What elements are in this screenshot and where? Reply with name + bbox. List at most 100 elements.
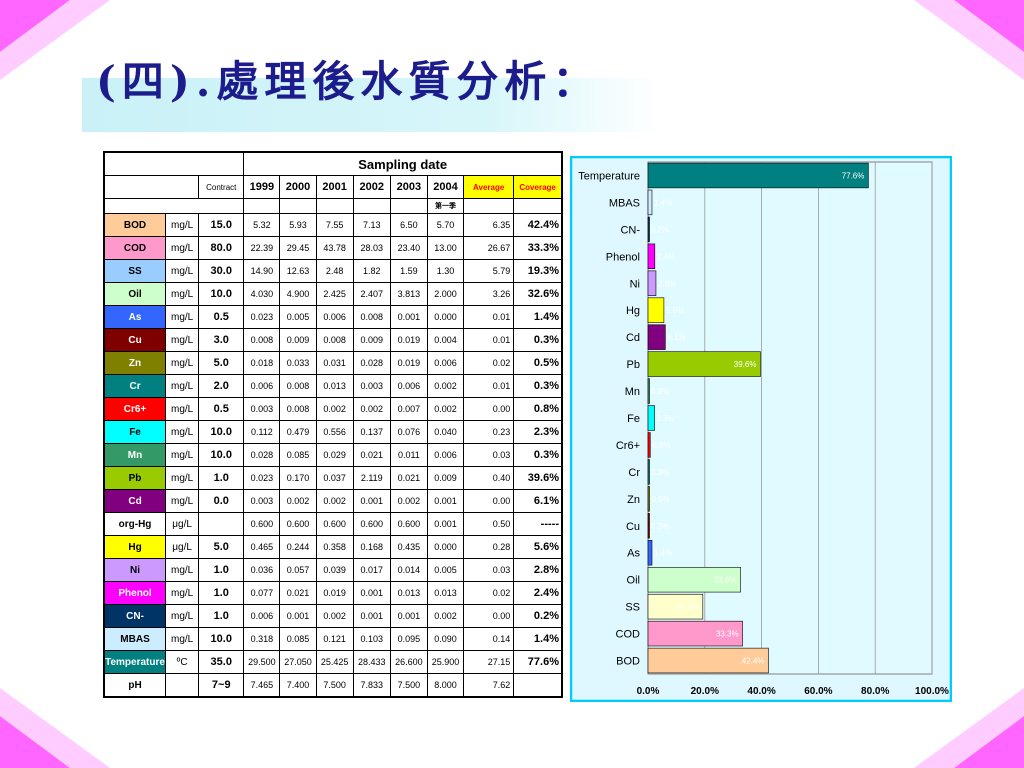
coverage-cell: 32.6%: [513, 282, 563, 306]
table-row: BOD mg/L 15.0 5.32 5.93 7.55 7.13 6.50 5.70 6.35 4…: [103, 213, 563, 237]
data-label: 19.3%: [676, 603, 699, 612]
value-cell: 0.002: [426, 374, 465, 398]
average-cell: 0.00: [463, 604, 515, 628]
average-cell: 27.15: [463, 650, 515, 674]
value-cell: 0.001: [389, 604, 428, 628]
value-cell: 0.028: [243, 443, 281, 467]
average-cell: 0.50: [463, 512, 515, 536]
category-label: COD: [616, 629, 641, 641]
category-label: Temperature: [578, 170, 640, 182]
x-tick-label: 20.0%: [691, 686, 719, 697]
unit-cell: mg/L: [165, 627, 200, 651]
contract-limit-cell: 0.5: [198, 397, 245, 421]
category-label: Ni: [630, 278, 640, 290]
average-cell: 0.02: [463, 351, 515, 375]
value-cell: 0.006: [426, 443, 465, 467]
value-cell: 0.031: [315, 351, 354, 375]
bar: [647, 432, 651, 458]
parameter-cell: As: [103, 305, 167, 329]
value-cell: 0.007: [389, 397, 428, 421]
parameter-cell: Phenol: [103, 581, 167, 605]
value-cell: 25.900: [426, 650, 465, 674]
unit-cell: [165, 673, 200, 698]
contract-limit-cell: 3.0: [198, 328, 245, 352]
data-label: 2.8%: [658, 279, 676, 288]
value-cell: 0.090: [426, 627, 465, 651]
coverage-cell: 0.8%: [513, 397, 563, 421]
data-label: 2.3%: [657, 414, 675, 423]
value-cell: 0.009: [426, 466, 465, 490]
value-cell: 2.119: [352, 466, 391, 490]
corner-decoration-bottom-left: [0, 688, 110, 768]
unit-cell: mg/L: [165, 581, 200, 605]
unit-cell: mg/L: [165, 397, 200, 421]
value-cell: 0.005: [426, 558, 465, 582]
value-cell: 7.55: [315, 213, 354, 237]
value-cell: 0.600: [352, 512, 391, 536]
year-header: 2003: [389, 175, 428, 199]
contract-limit-cell: 1.0: [198, 604, 245, 628]
value-cell: 1.30: [426, 259, 465, 283]
average-cell: 5.79: [463, 259, 515, 283]
value-cell: 5.70: [426, 213, 465, 237]
table-row: Zn mg/L 5.0 0.018 0.033 0.031 0.028 0.019 0.006 0…: [103, 351, 563, 375]
average-cell: 0.01: [463, 305, 515, 329]
value-cell: 0.005: [279, 305, 317, 329]
bar: [647, 540, 653, 566]
value-cell: 0.037: [315, 466, 354, 490]
value-cell: 22.39: [243, 236, 281, 260]
data-label: 5.6%: [666, 306, 684, 315]
parameter-cell: Cu: [103, 328, 167, 352]
parameter-cell: Fe: [103, 420, 167, 444]
category-label: Cu: [626, 521, 640, 533]
value-cell: 2.425: [315, 282, 354, 306]
table-row: Cu mg/L 3.0 0.008 0.009 0.008 0.009 0.019 0.004 0…: [103, 328, 563, 352]
average-cell: 7.62: [463, 673, 515, 698]
value-cell: 5.93: [279, 213, 317, 237]
bar: [647, 189, 653, 216]
coverage-cell: 2.3%: [513, 420, 563, 444]
average-cell: 0.03: [463, 558, 515, 582]
unit-cell: mg/L: [165, 420, 200, 444]
value-cell: 0.006: [243, 374, 281, 398]
value-cell: 0.600: [389, 512, 428, 536]
value-cell: 0.435: [389, 535, 428, 559]
coverage-cell: 77.6%: [513, 650, 563, 674]
bar: [647, 162, 869, 189]
unit-cell: mg/L: [165, 604, 200, 628]
category-label: Phenol: [606, 251, 640, 263]
unit-cell: ºC: [165, 650, 200, 674]
parameter-cell: BOD: [103, 213, 167, 237]
value-cell: 43.78: [315, 236, 354, 260]
data-label: 0.3%: [651, 468, 669, 477]
bar: [647, 459, 650, 485]
value-cell: 0.244: [279, 535, 317, 559]
value-cell: 0.465: [243, 535, 281, 559]
category-label: CN-: [620, 224, 640, 236]
value-cell: 0.076: [389, 420, 428, 444]
value-cell: 0.019: [315, 581, 354, 605]
value-cell: 0.009: [279, 328, 317, 352]
coverage-cell: 0.5%: [513, 351, 563, 375]
value-cell: 0.003: [352, 374, 391, 398]
value-cell: 7.400: [279, 673, 317, 698]
bar: [647, 216, 650, 243]
value-cell: 0.014: [389, 558, 428, 582]
value-cell: 0.009: [352, 328, 391, 352]
unit-cell: mg/L: [165, 374, 200, 398]
value-cell: 0.001: [426, 489, 465, 513]
value-cell: 0.112: [243, 420, 281, 444]
coverage-cell: 0.3%: [513, 374, 563, 398]
value-cell: 0.039: [315, 558, 354, 582]
value-cell: 28.03: [352, 236, 391, 260]
value-cell: 0.021: [389, 466, 428, 490]
contract-limit-cell: 5.0: [198, 535, 245, 559]
category-label: SS: [625, 602, 640, 614]
table-row: Pb mg/L 1.0 0.023 0.170 0.037 2.119 0.021 0.009 0…: [103, 466, 563, 490]
table-row: org-Hg μg/L 0.600 0.600 0.600 0.600 0.600 0.001…: [103, 512, 563, 536]
year-header: 1999: [243, 175, 281, 199]
value-cell: 2.407: [352, 282, 391, 306]
season-note: 第一季: [426, 198, 465, 214]
value-cell: 0.001: [352, 489, 391, 513]
category-label: As: [627, 548, 640, 560]
